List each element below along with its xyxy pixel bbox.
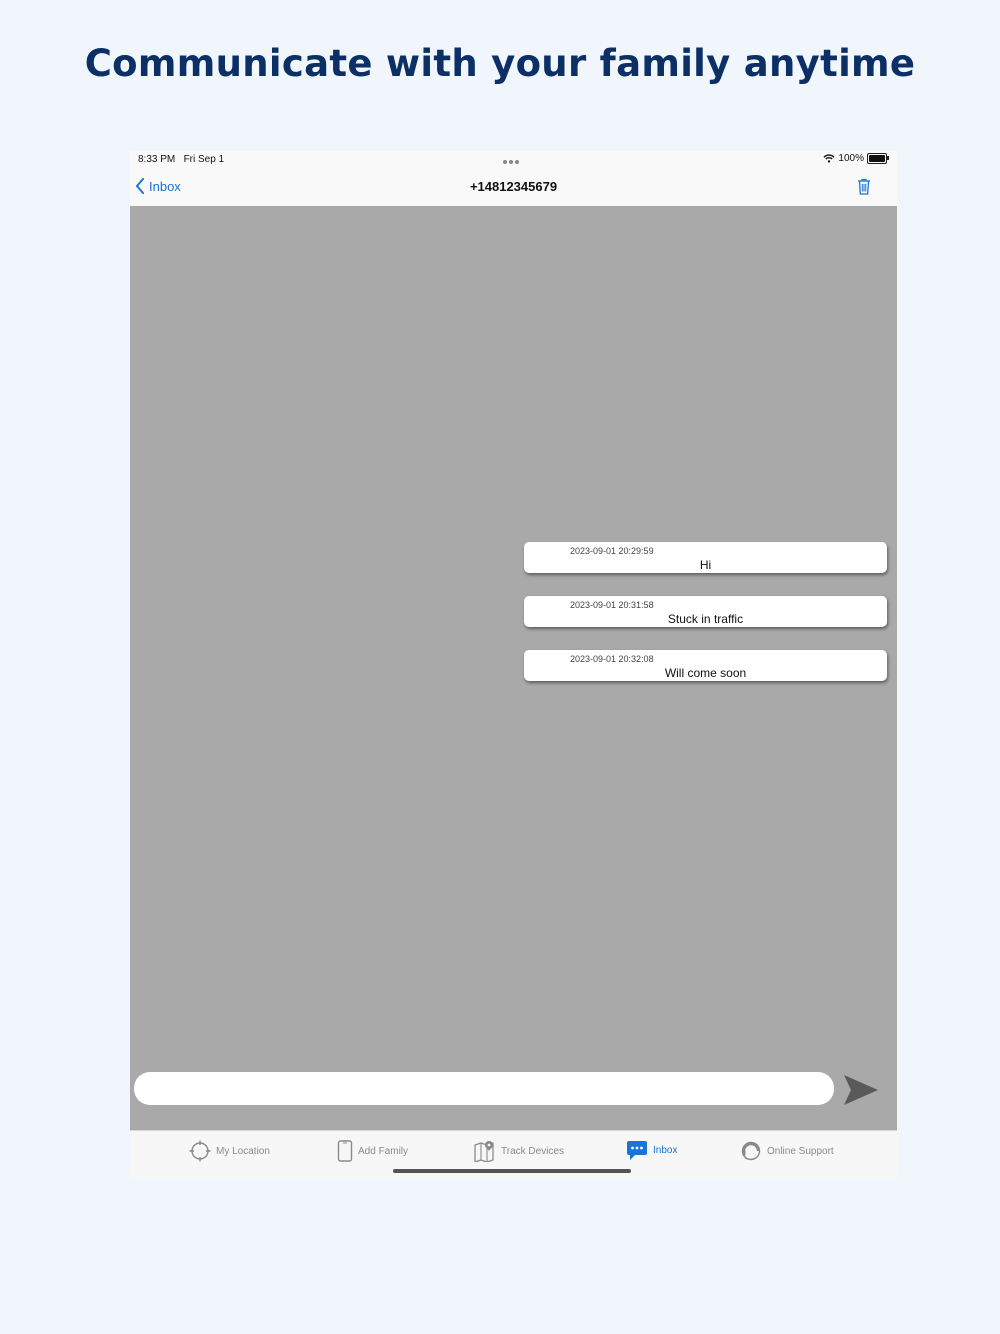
delete-button[interactable] <box>857 178 871 200</box>
tab-bar: My Location Add Family Track Devices Inb… <box>130 1130 897 1179</box>
multitasking-dots-icon[interactable] <box>503 156 521 164</box>
tab-label: Online Support <box>767 1145 834 1157</box>
tab-online-support[interactable]: Online Support <box>740 1140 834 1162</box>
back-button[interactable]: Inbox <box>135 178 181 194</box>
tab-inbox[interactable]: Inbox <box>626 1140 677 1161</box>
map-pin-icon <box>474 1141 494 1162</box>
app-window: 8:33 PM Fri Sep 1 100% Inbox +1481234567… <box>130 151 897 1179</box>
status-right: 100% <box>823 153 889 164</box>
message-timestamp: 2023-09-01 20:31:58 <box>570 600 654 610</box>
message-bubble[interactable]: 2023-09-01 20:31:58 Stuck in traffic <box>524 596 887 627</box>
tab-my-location[interactable]: My Location <box>189 1140 270 1162</box>
message-thread[interactable]: 2023-09-01 20:29:59 Hi 2023-09-01 20:31:… <box>130 206 897 1130</box>
message-bubble[interactable]: 2023-09-01 20:32:08 Will come soon <box>524 650 887 681</box>
chat-bubble-icon <box>627 1141 647 1160</box>
wifi-icon <box>823 154 835 163</box>
conversation-title: +14812345679 <box>469 179 558 194</box>
tab-label: Track Devices <box>501 1145 564 1157</box>
message-text: Stuck in traffic <box>667 612 744 626</box>
headset-icon <box>741 1141 761 1161</box>
message-text: Will come soon <box>664 666 747 680</box>
back-button-label: Inbox <box>149 178 181 194</box>
message-text: Hi <box>699 558 712 572</box>
crosshair-icon <box>189 1140 211 1162</box>
navigation-bar: Inbox +14812345679 <box>130 169 897 207</box>
phone-icon <box>337 1140 353 1162</box>
tab-add-family[interactable]: Add Family <box>337 1140 408 1162</box>
battery-percent: 100% <box>838 153 864 164</box>
message-bubble[interactable]: 2023-09-01 20:29:59 Hi <box>524 542 887 573</box>
battery-icon <box>867 153 889 164</box>
message-timestamp: 2023-09-01 20:29:59 <box>570 546 654 556</box>
status-time: 8:33 PM Fri Sep 1 <box>138 154 225 165</box>
tab-label: Inbox <box>653 1145 678 1156</box>
message-timestamp: 2023-09-01 20:32:08 <box>570 654 654 664</box>
home-indicator[interactable] <box>393 1169 631 1173</box>
status-bar: 8:33 PM Fri Sep 1 100% <box>130 151 897 169</box>
tab-track-devices[interactable]: Track Devices <box>474 1140 564 1162</box>
send-icon <box>844 1075 878 1105</box>
tab-label: My Location <box>216 1145 270 1157</box>
message-input[interactable] <box>134 1072 834 1105</box>
headline: Communicate with your family anytime <box>84 42 916 85</box>
chevron-left-icon <box>136 178 144 194</box>
tab-label: Add Family <box>358 1145 409 1157</box>
send-button[interactable] <box>843 1073 879 1107</box>
trash-icon <box>858 178 870 195</box>
